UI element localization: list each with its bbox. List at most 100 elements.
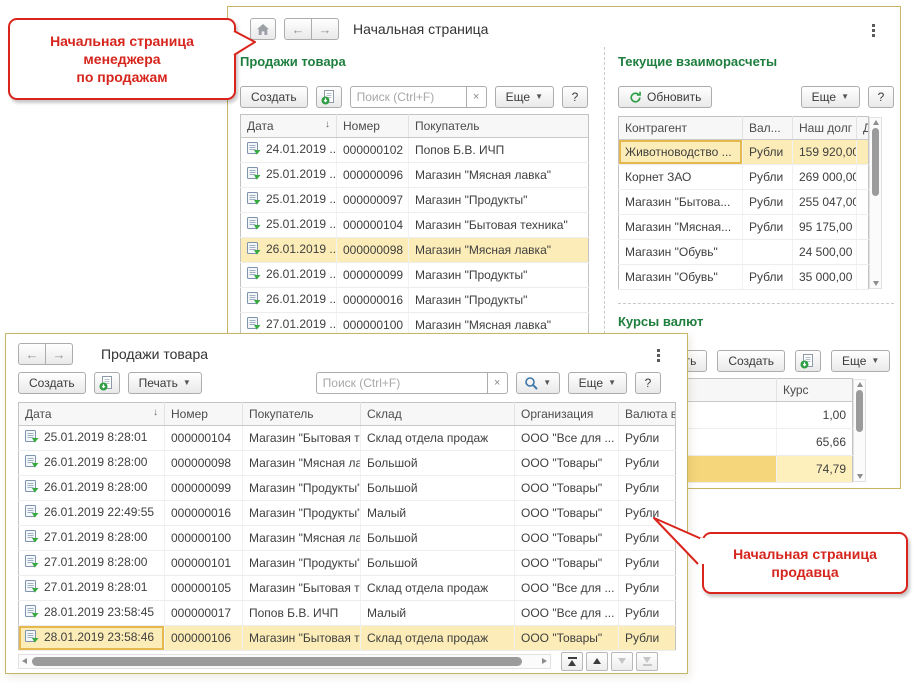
forward-button[interactable]: → [311, 18, 339, 40]
sales-toolbar: Создать Печать▼ × ▼ Еще▼ ? [18, 372, 675, 394]
column-header-date[interactable]: Дата↓ [19, 403, 165, 426]
scroll-up-icon[interactable] [857, 382, 863, 387]
panel-title-rates: Курсы валют [618, 314, 894, 330]
chevron-down-icon: ▼ [543, 379, 551, 387]
window-menu-button[interactable] [869, 21, 878, 40]
cell-warehouse: Склад отдела продаж [361, 426, 515, 451]
document-icon [247, 267, 261, 283]
cell-d [857, 265, 869, 290]
column-header-warehouse[interactable]: Склад [361, 403, 515, 426]
go-prev-button[interactable] [586, 652, 608, 671]
scroll-down-icon[interactable] [857, 474, 863, 479]
vertical-scrollbar[interactable] [869, 117, 882, 289]
more-button[interactable]: Еще▼ [801, 86, 860, 108]
scroll-down-icon[interactable] [873, 281, 879, 286]
forward-button[interactable]: → [45, 343, 73, 365]
table-row[interactable]: 26.01.2019 ... 000000099 Магазин "Продук… [241, 263, 589, 288]
help-button[interactable]: ? [868, 86, 894, 108]
table-row[interactable]: 27.01.2019 8:28:01 000000105 Магазин "Бы… [19, 576, 676, 601]
create-button[interactable]: Создать [240, 86, 308, 108]
more-button[interactable]: Еще▼ [568, 372, 627, 394]
table-row[interactable]: 25.01.2019 8:28:01 000000104 Магазин "Бы… [19, 426, 676, 451]
table-row[interactable]: 25.01.2019 ... 000000097 Магазин "Продук… [241, 188, 589, 213]
column-header-number[interactable]: Номер [337, 115, 409, 138]
help-button[interactable]: ? [562, 86, 588, 108]
table-row[interactable]: 28.01.2019 23:58:45 000000017 Попов Б.В.… [19, 601, 676, 626]
table-row[interactable]: 27.01.2019 8:28:00 000000100 Магазин "Мя… [19, 526, 676, 551]
create-button[interactable]: Создать [18, 372, 86, 394]
scrollbar-thumb[interactable] [32, 657, 522, 666]
column-header-currency[interactable]: Валюта в [619, 403, 676, 426]
table-row[interactable]: Животноводство ... Рубли 159 920,00 [619, 140, 869, 165]
table-row[interactable]: 26.01.2019 ... 000000098 Магазин "Мясная… [241, 238, 589, 263]
cell-date: 27.01.2019 8:28:01 [19, 576, 165, 601]
table-row[interactable]: 26.01.2019 8:28:00 000000099 Магазин "Пр… [19, 476, 676, 501]
column-header-number[interactable]: Номер [165, 403, 243, 426]
cell-warehouse: Склад отдела продаж [361, 576, 515, 601]
cell-number: 000000100 [165, 526, 243, 551]
panel-title-sales: Продажи товара [240, 54, 588, 70]
column-header-contractor[interactable]: Контрагент [619, 117, 743, 140]
search-input[interactable] [316, 372, 487, 394]
cell-currency: Рубли [619, 626, 676, 651]
more-button[interactable]: Еще▼ [495, 86, 554, 108]
table-row[interactable]: Магазин "Обувь" 24 500,00 [619, 240, 869, 265]
scroll-right-icon[interactable] [542, 658, 547, 664]
cell-date: 24.01.2019 ... [241, 138, 337, 163]
scroll-up-icon[interactable] [873, 120, 879, 125]
clear-search-button[interactable]: × [466, 86, 487, 108]
vertical-scrollbar[interactable] [853, 379, 866, 482]
help-button[interactable]: ? [635, 372, 661, 394]
cell-debt: 255 047,00 [793, 190, 857, 215]
table-row[interactable]: 25.01.2019 ... 000000096 Магазин "Мясная… [241, 163, 589, 188]
horizontal-scrollbar[interactable] [18, 654, 551, 669]
column-header-rate[interactable]: Курс [777, 379, 853, 402]
more-button[interactable]: Еще▼ [831, 350, 890, 372]
back-button[interactable]: ← [284, 18, 312, 40]
scrollbar-thumb[interactable] [856, 390, 863, 432]
table-row[interactable]: Магазин "Бытова... Рубли 255 047,00 [619, 190, 869, 215]
search-settings-button[interactable]: ▼ [516, 372, 560, 394]
go-last-button[interactable] [636, 652, 658, 671]
create-button[interactable]: Создать [717, 350, 785, 372]
table-row[interactable]: Магазин "Обувь" Рубли 35 000,00 [619, 265, 869, 290]
document-icon [25, 455, 39, 471]
arrow-right-icon: → [319, 23, 332, 36]
cell-number: 000000099 [165, 476, 243, 501]
home-titlebar: ← → Начальная страница [250, 18, 488, 40]
column-header-buyer[interactable]: Покупатель [409, 115, 589, 138]
table-row[interactable]: 24.01.2019 ... 000000102 Попов Б.В. ИЧП [241, 138, 589, 163]
go-first-button[interactable] [561, 652, 583, 671]
column-header-buyer[interactable]: Покупатель [243, 403, 361, 426]
table-row[interactable]: 26.01.2019 22:49:55 000000016 Магазин "П… [19, 501, 676, 526]
table-row[interactable]: Корнет ЗАО Рубли 269 000,00 [619, 165, 869, 190]
search-input[interactable] [350, 86, 466, 108]
table-row[interactable]: Магазин "Мясная... Рубли 95 175,00 [619, 215, 869, 240]
sales-titlebar: ← → Продажи товара [18, 343, 208, 365]
column-header-debt[interactable]: Наш долг [793, 117, 857, 140]
refresh-button[interactable]: Обновить [618, 86, 712, 108]
cell-buyer: Магазин "Продукты" [243, 476, 361, 501]
copy-document-button[interactable] [316, 86, 342, 108]
cell-date: 26.01.2019 ... [241, 288, 337, 313]
document-icon [247, 317, 261, 333]
go-next-button[interactable] [611, 652, 633, 671]
copy-document-button[interactable] [795, 350, 821, 372]
arrow-right-icon: → [53, 348, 66, 361]
table-row[interactable]: 28.01.2019 23:58:46 000000106 Магазин "Б… [19, 626, 676, 651]
column-header-d[interactable]: Д [857, 117, 869, 140]
column-header-currency[interactable]: Вал... [743, 117, 793, 140]
table-row[interactable]: 27.01.2019 8:28:00 000000101 Магазин "Пр… [19, 551, 676, 576]
scrollbar-thumb[interactable] [872, 128, 879, 196]
column-header-date[interactable]: Дата↓ [241, 115, 337, 138]
column-header-org[interactable]: Организация [515, 403, 619, 426]
window-menu-button[interactable] [654, 346, 663, 365]
copy-document-button[interactable] [94, 372, 120, 394]
table-row[interactable]: 25.01.2019 ... 000000104 Магазин "Бытова… [241, 213, 589, 238]
print-button[interactable]: Печать▼ [128, 372, 202, 394]
table-row[interactable]: 26.01.2019 8:28:00 000000098 Магазин "Мя… [19, 451, 676, 476]
clear-search-button[interactable]: × [487, 372, 508, 394]
back-button[interactable]: ← [18, 343, 46, 365]
table-row[interactable]: 26.01.2019 ... 000000016 Магазин "Продук… [241, 288, 589, 313]
scroll-left-icon[interactable] [22, 658, 27, 664]
